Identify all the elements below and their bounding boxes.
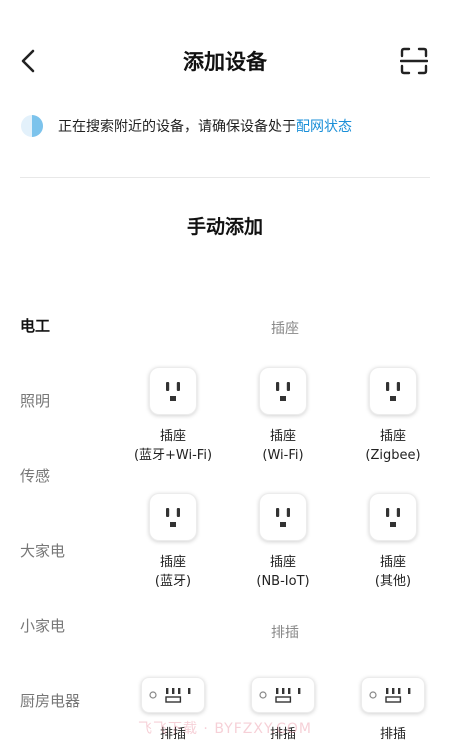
device-tile — [259, 367, 307, 415]
search-status: 正在搜索附近的设备，请确保设备处于 配网状态 — [20, 112, 430, 140]
power-strip-icon — [149, 688, 191, 703]
power-strip-icon — [259, 688, 301, 703]
category-lighting[interactable]: 照明 — [20, 390, 50, 411]
page-title: 添加设备 — [183, 50, 267, 74]
socket-icon — [276, 508, 290, 527]
section-title-socket: 插座 — [271, 321, 299, 337]
header: 添加设备 — [0, 0, 450, 120]
scan-icon — [399, 47, 429, 75]
device-tile — [149, 493, 197, 541]
category-kitchen-appliance[interactable]: 厨房电器 — [20, 690, 80, 711]
device-label-line1: 插座 — [159, 555, 186, 570]
device-label-line2: (Zigbee) — [365, 448, 421, 463]
device-label-line2: (蓝牙+Wi-Fi) — [133, 448, 213, 463]
socket-icon — [386, 382, 400, 401]
category-electrical[interactable]: 电工 — [20, 315, 50, 336]
device-tile — [251, 677, 315, 713]
power-strip-icon — [369, 688, 411, 703]
device-item-socket[interactable]: 插座 (NB-IoT) — [228, 493, 338, 591]
device-tile — [369, 493, 417, 541]
category-small-appliance[interactable]: 小家电 — [20, 615, 65, 636]
device-label: 插座 (NB-IoT) — [228, 553, 338, 591]
searching-spinner-icon — [21, 115, 43, 137]
socket-icon — [166, 508, 180, 527]
device-label-line2: (其他) — [374, 574, 412, 589]
device-label-line1: 插座 — [159, 429, 186, 444]
divider — [20, 177, 430, 178]
network-mode-link[interactable]: 配网状态 — [296, 116, 352, 136]
category-large-appliance[interactable]: 大家电 — [20, 540, 65, 561]
device-tile — [369, 367, 417, 415]
socket-icon — [386, 508, 400, 527]
device-tile — [259, 493, 307, 541]
watermark: 飞飞下载 · BYFZXY.COM — [137, 721, 312, 737]
device-label: 插座 (Wi-Fi) — [228, 427, 338, 465]
device-label-line2: (蓝牙) — [154, 574, 192, 589]
category-sensor[interactable]: 传感 — [20, 465, 50, 486]
socket-icon — [166, 382, 180, 401]
socket-icon — [276, 382, 290, 401]
device-label-line2: (Wi-Fi) — [262, 448, 304, 463]
device-label: 插座 (蓝牙) — [118, 553, 228, 591]
search-status-text: 正在搜索附近的设备，请确保设备处于 — [58, 119, 296, 135]
device-item-socket[interactable]: 插座 (蓝牙) — [118, 493, 228, 591]
device-label: 插座 (Zigbee) — [338, 427, 448, 465]
device-tile — [149, 367, 197, 415]
device-label-line1: 插座 — [379, 555, 406, 570]
device-label-line1: 插座 — [269, 555, 296, 570]
device-item-socket[interactable]: 插座 (Zigbee) — [338, 367, 448, 465]
device-tile — [361, 677, 425, 713]
device-item-socket[interactable]: 插座 (其他) — [338, 493, 448, 591]
device-label-line2: (NB-IoT) — [256, 574, 310, 589]
device-label-line1: 插座 — [379, 429, 406, 444]
device-label-line1: 插座 — [269, 429, 296, 444]
scan-button[interactable] — [399, 47, 429, 75]
device-item-socket[interactable]: 插座 (蓝牙+Wi-Fi) — [118, 367, 228, 465]
device-label: 插座 (其他) — [338, 553, 448, 591]
manual-add-title: 手动添加 — [186, 216, 263, 238]
device-tile — [141, 677, 205, 713]
device-label: 插座 (蓝牙+Wi-Fi) — [118, 427, 228, 465]
device-item-socket[interactable]: 插座 (Wi-Fi) — [228, 367, 338, 465]
section-title-power-strip: 排插 — [271, 625, 299, 641]
